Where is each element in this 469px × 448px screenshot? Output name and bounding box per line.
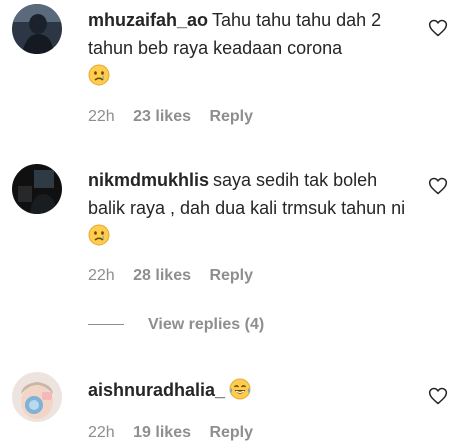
- heart-icon[interactable]: [428, 18, 448, 38]
- crying-face-icon: [88, 64, 110, 86]
- reply-button[interactable]: Reply: [209, 108, 253, 125]
- timestamp: 22h: [88, 424, 115, 441]
- comment-meta: 22h 23 likes Reply: [88, 108, 267, 126]
- timestamp: 22h: [88, 108, 115, 125]
- avatar[interactable]: [12, 4, 62, 54]
- crying-face-icon: [88, 224, 110, 246]
- username[interactable]: aishnuradhalia_: [88, 380, 225, 400]
- reply-button[interactable]: Reply: [209, 267, 253, 284]
- view-replies-button[interactable]: View replies (4): [88, 316, 264, 334]
- username[interactable]: nikmdmukhlis: [88, 170, 209, 190]
- likes-count[interactable]: 28 likes: [133, 267, 191, 284]
- view-replies-divider: [88, 324, 124, 326]
- avatar[interactable]: [12, 372, 62, 422]
- tears-of-joy-face-icon: [229, 378, 251, 400]
- comment-meta: 22h 28 likes Reply: [88, 267, 267, 285]
- comment-body: mhuzaifah_ao Tahu tahu tahu dah 2 tahun b…: [88, 6, 410, 90]
- comment-body: nikmdmukhlis saya sedih tak boleh balik r…: [88, 166, 410, 250]
- likes-count[interactable]: 23 likes: [133, 108, 191, 125]
- likes-count[interactable]: 19 likes: [133, 424, 191, 441]
- avatar[interactable]: [12, 164, 62, 214]
- reply-button[interactable]: Reply: [209, 424, 253, 441]
- comment-meta: 22h 19 likes Reply: [88, 424, 267, 442]
- username[interactable]: mhuzaifah_ao: [88, 10, 208, 30]
- heart-icon[interactable]: [428, 176, 448, 196]
- timestamp: 22h: [88, 267, 115, 284]
- comment-body: aishnuradhalia_: [88, 376, 410, 404]
- heart-icon[interactable]: [428, 386, 448, 406]
- view-replies-label: View replies (4): [148, 316, 265, 333]
